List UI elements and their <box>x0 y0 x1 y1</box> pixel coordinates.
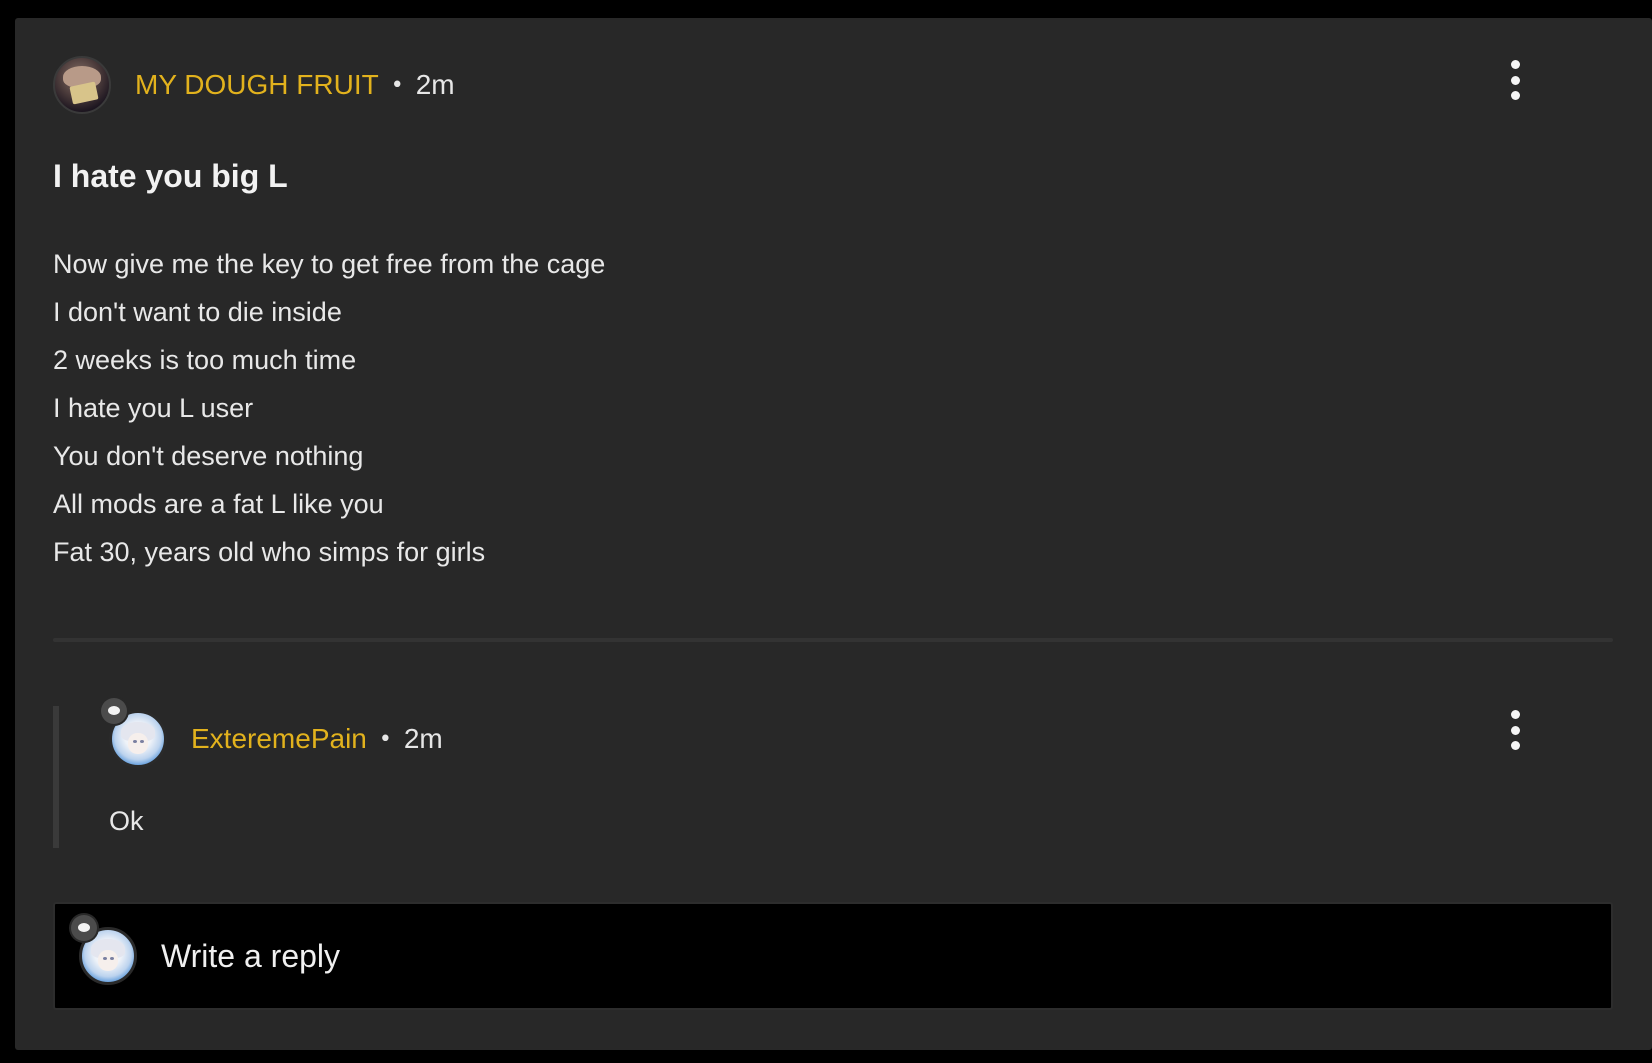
reply-text: Ok <box>109 806 144 836</box>
reply-timestamp: 2m <box>403 723 443 754</box>
author-avatar[interactable] <box>53 56 111 114</box>
chat-bubble-badge-icon <box>101 698 127 724</box>
meta-separator: • <box>390 72 404 98</box>
post-body-line: I don't want to die inside <box>53 297 342 327</box>
reply-thread-line <box>53 706 59 848</box>
reply-composer[interactable]: Write a reply <box>53 902 1613 1010</box>
post-card: MY DOUGH FRUIT • 2m I hate you big L Now… <box>15 18 1652 1050</box>
author-name[interactable]: MY DOUGH FRUIT <box>135 69 379 101</box>
chat-bubble-badge-icon <box>71 915 97 941</box>
reply-header: ExteremePain • 2m <box>101 698 443 768</box>
meta-separator: • <box>378 726 392 752</box>
post-title: I hate you big L <box>53 158 288 194</box>
reply-avatar-wrap[interactable] <box>101 698 167 768</box>
post-timestamp: 2m <box>415 69 455 100</box>
reply-more-options-icon[interactable] <box>1509 710 1521 750</box>
post-body-line: Fat 30, years old who simps for girls <box>53 537 486 567</box>
post-body: Now give me the key to get free from the… <box>53 240 605 576</box>
reply-input-placeholder[interactable]: Write a reply <box>161 938 340 975</box>
post-body-line: I hate you L user <box>53 393 254 423</box>
reply-item: ExteremePain • 2m Ok <box>53 698 1613 848</box>
divider <box>53 638 1613 642</box>
post-body-line: Now give me the key to get free from the… <box>53 249 606 279</box>
post-body-line: All mods are a fat L like you <box>53 489 384 519</box>
composer-avatar-wrap <box>71 915 137 985</box>
post-header: MY DOUGH FRUIT • 2m <box>53 56 455 114</box>
reply-author-name[interactable]: ExteremePain <box>191 723 367 755</box>
post-more-options-icon[interactable] <box>1509 60 1521 100</box>
post-body-line: 2 weeks is too much time <box>53 345 357 375</box>
post-body-line: You don't deserve nothing <box>53 441 364 471</box>
